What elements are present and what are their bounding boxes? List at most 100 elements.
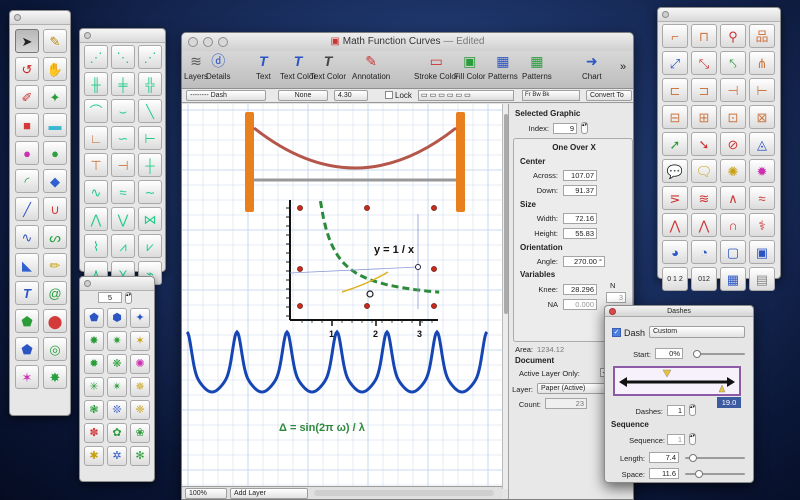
pencil-tool-icon[interactable]: ✏ [43, 253, 67, 277]
star-icon[interactable]: ✦ [130, 308, 150, 328]
space-slider[interactable] [685, 470, 745, 478]
star-icon[interactable]: ✿ [107, 423, 127, 443]
space-slider-knob[interactable] [695, 470, 703, 478]
graph-shape-icon[interactable]: ⋁ [111, 207, 135, 231]
arrow-tool-icon[interactable]: ➤ [15, 29, 39, 53]
bracket-icon[interactable]: ⊞ [691, 105, 717, 129]
point-count-stepper[interactable]: ▴▾ [125, 292, 132, 304]
burst-callout-icon[interactable]: ✹ [749, 159, 775, 183]
zoom-popup[interactable]: 100% [185, 488, 227, 499]
toolbar-stroke-color-button[interactable]: ▭ Stroke Color [414, 53, 458, 81]
graph-shape-icon[interactable]: ⋀ [84, 207, 108, 231]
down-field[interactable]: 91.37 [563, 185, 597, 196]
hexagon-icon[interactable]: ⬢ [107, 308, 127, 328]
connector-icon[interactable]: ⊓ [691, 24, 717, 48]
rounded-rectangle-tool-icon[interactable]: ▬ [43, 113, 67, 137]
toolbar-text-color-2-button[interactable]: T Text Color [310, 53, 346, 81]
connector-icon[interactable]: ⚲ [720, 24, 746, 48]
grid-icon[interactable]: ▦ [720, 267, 746, 291]
star-icon[interactable]: ✻ [130, 446, 150, 466]
ruler-icon[interactable]: 0 1 2 [662, 267, 688, 291]
length-field[interactable]: 7.4 [649, 452, 679, 463]
pentagon-tool-icon[interactable]: ⬟ [15, 337, 39, 361]
freehand-tool-icon[interactable]: ᔕ [43, 225, 67, 249]
arrow-icon[interactable]: ➘ [691, 132, 717, 156]
arc-tool-icon[interactable]: ◜ [15, 169, 39, 193]
index-field[interactable]: 9 [553, 123, 577, 134]
connector-icon[interactable]: ⤣ [720, 51, 746, 75]
width-field[interactable]: 72.16 [563, 213, 597, 224]
convert-to-popup[interactable]: Convert To [586, 90, 632, 101]
zigzag-icon[interactable]: ≋ [691, 186, 717, 210]
toolbar-patterns-2-button[interactable]: ▦ Patterns [522, 53, 552, 81]
height-field[interactable]: 55.83 [563, 228, 597, 239]
across-field[interactable]: 107.07 [563, 170, 597, 181]
star-icon[interactable]: ✺ [130, 354, 150, 374]
graph-shape-icon[interactable]: ╪ [111, 72, 135, 96]
graph-shape-icon[interactable]: ⌒ [84, 99, 108, 123]
graph-shape-icon[interactable]: ⩗ [138, 234, 162, 258]
star-icon[interactable]: ✸ [84, 331, 104, 351]
index-stepper[interactable]: ▴▾ [581, 122, 588, 134]
knee-field[interactable]: 28.296 [563, 284, 597, 295]
star-icon[interactable]: ✵ [130, 377, 150, 397]
burst-tool-icon[interactable]: ✸ [43, 365, 67, 389]
star-icon[interactable]: ✽ [84, 423, 104, 443]
oval-tool-icon[interactable]: ● [15, 141, 39, 165]
arrow-icon[interactable]: ➚ [662, 132, 688, 156]
rectangle-tool-icon[interactable]: ■ [15, 113, 39, 137]
magic-wand-tool-icon[interactable]: ✦ [43, 85, 67, 109]
rotate-tool-icon[interactable]: ↺ [15, 57, 39, 81]
paint-bucket-tool-icon[interactable]: ⬟ [15, 309, 39, 333]
dashes-titlebar[interactable]: Dashes [605, 306, 753, 317]
bezier-tool-icon[interactable]: ∪ [43, 197, 67, 221]
close-icon[interactable] [84, 280, 91, 287]
close-icon[interactable] [609, 308, 616, 315]
dash-checkbox[interactable]: ✓ [612, 328, 621, 337]
star-icon[interactable]: ❈ [130, 400, 150, 420]
grid-icon[interactable]: ▤ [749, 267, 775, 291]
close-button[interactable] [188, 37, 198, 47]
line-tool-icon[interactable]: ╱ [15, 197, 39, 221]
add-layer-popup[interactable]: Add Layer [230, 488, 308, 499]
graph-shape-icon[interactable]: ⋰ [138, 45, 162, 69]
graph-shape-icon[interactable]: ⋱ [111, 45, 135, 69]
spiral-tool-icon[interactable]: @ [43, 281, 67, 305]
tape-measure-tool-icon[interactable]: ✎ [43, 29, 67, 53]
toolbar-text-button[interactable]: T Text [256, 53, 271, 81]
chevron-icon[interactable]: ⋀ [691, 213, 717, 237]
graph-shape-icon[interactable]: ⋈ [138, 207, 162, 231]
graph-shape-icon[interactable]: ≈ [111, 180, 135, 204]
star-icon[interactable]: ❋ [107, 354, 127, 374]
graph-shape-icon[interactable]: ⩘ [111, 234, 135, 258]
hand-tool-icon[interactable]: ✋ [43, 57, 67, 81]
text-tool-icon[interactable]: T [15, 281, 39, 305]
close-icon[interactable] [14, 14, 21, 21]
circle-tool-icon[interactable]: ● [43, 141, 67, 165]
point-count-field[interactable]: 5 [98, 292, 122, 303]
stroke-width-popup[interactable]: 4.30 [334, 90, 368, 101]
star-icon[interactable]: ✹ [84, 354, 104, 374]
connector-icon[interactable]: ⌐ [662, 24, 688, 48]
window-titlebar[interactable]: ▣ Math Function Curves — Edited [182, 33, 633, 51]
graph-shape-icon[interactable]: ∿ [84, 180, 108, 204]
graph-shape-icon[interactable]: ┼ [138, 153, 162, 177]
graph-shape-icon[interactable]: ∟ [84, 126, 108, 150]
toolbar-layers-button[interactable]: ≋ Layers [184, 53, 208, 81]
graph-shape-icon[interactable]: ∼ [138, 180, 162, 204]
toolbar-fill-color-button[interactable]: ▣ Fill Color [454, 53, 486, 81]
toolbar-patterns-button[interactable]: ▦ Patterns [488, 53, 518, 81]
curve-tool-icon[interactable]: ∿ [15, 225, 39, 249]
zigzag-icon[interactable]: ⋝ [662, 186, 688, 210]
ring-tool-icon[interactable]: ◎ [43, 337, 67, 361]
callout-icon[interactable]: 💬 [662, 159, 688, 183]
star-icon[interactable]: ❃ [84, 400, 104, 420]
star-tool-icon[interactable]: ✶ [15, 365, 39, 389]
sequence-field[interactable]: 1 [667, 434, 685, 445]
bracket-icon[interactable]: ⊐ [691, 78, 717, 102]
n-field[interactable]: 3 [606, 292, 626, 303]
star-icon[interactable]: ✳ [84, 377, 104, 397]
star-icon[interactable]: ✲ [107, 446, 127, 466]
stars-palette-titlebar[interactable] [80, 277, 154, 291]
toolbar-annotation-button[interactable]: ✎ Annotation [352, 53, 390, 81]
